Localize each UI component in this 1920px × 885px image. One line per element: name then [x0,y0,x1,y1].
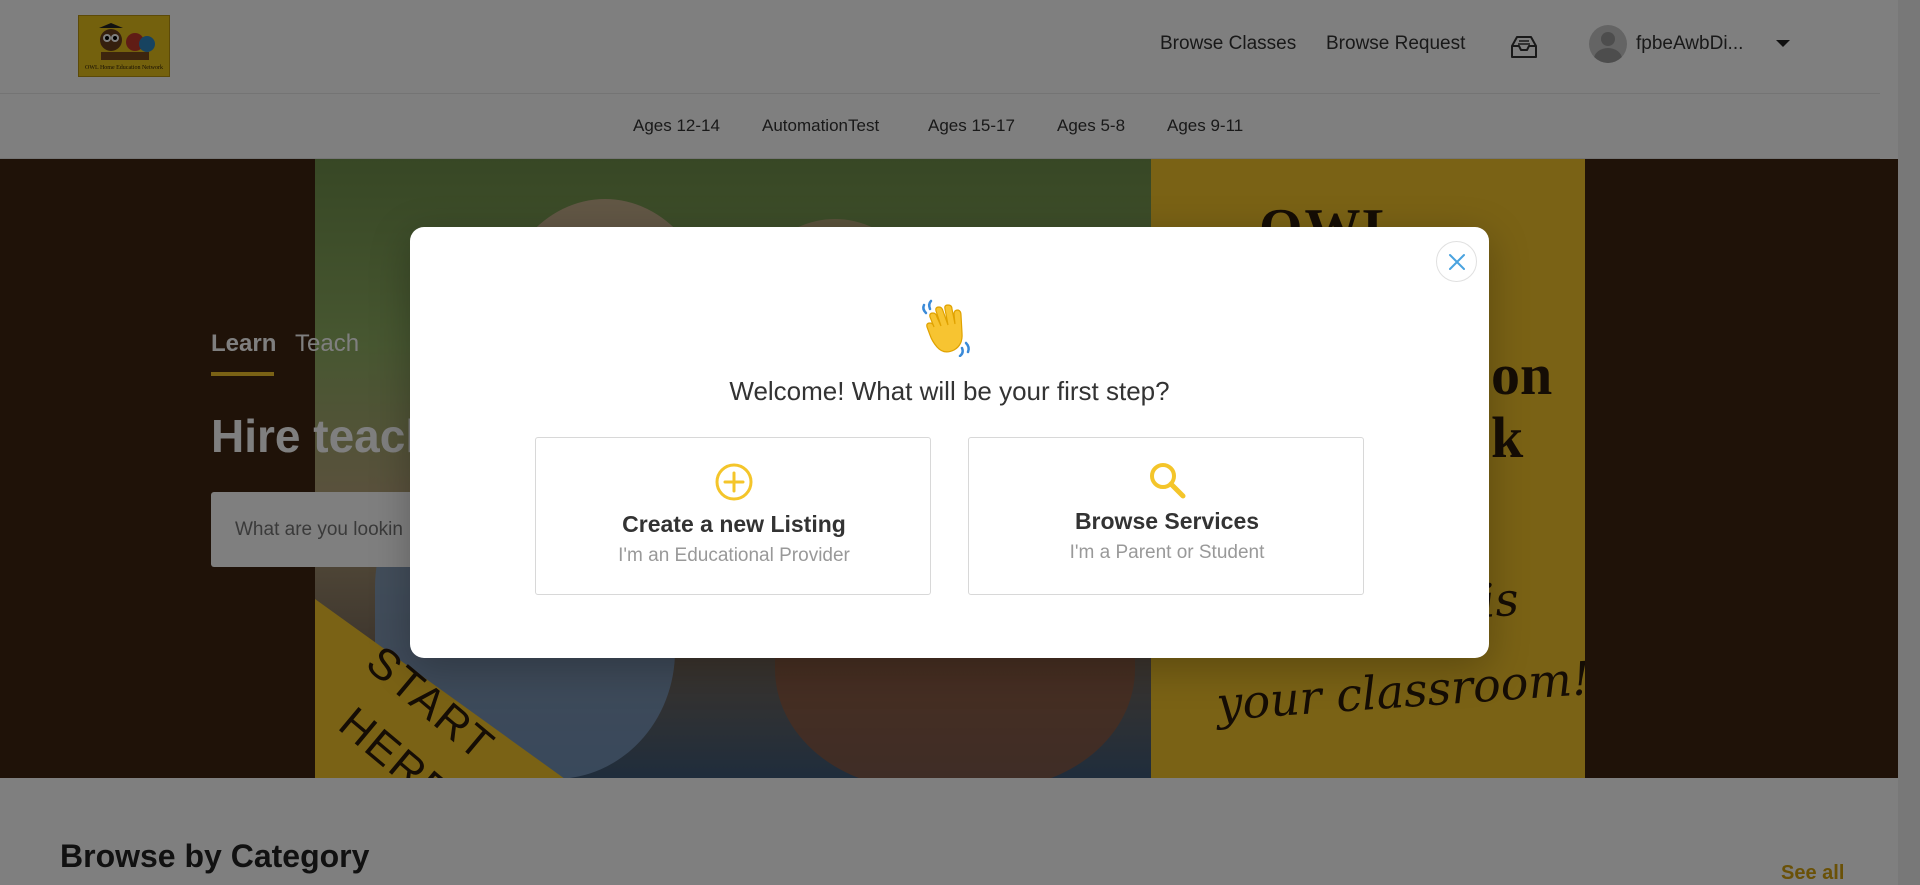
close-icon [1448,253,1465,270]
close-button[interactable] [1436,241,1477,282]
modal-heading: Welcome! What will be your first step? [729,376,1170,406]
waving-hand-icon [922,299,970,357]
option-title: Create a new Listing [622,511,846,537]
create-listing-option[interactable]: Create a new Listing I'm an Educational … [535,437,931,595]
search-icon [1150,463,1186,499]
page: OWL Home Education Network Browse Classe… [0,0,1920,885]
plus-circle-icon [715,463,753,501]
option-subtitle: I'm an Educational Provider [618,545,850,566]
welcome-modal: Welcome! What will be your first step? C… [410,227,1489,658]
option-title: Browse Services [1074,508,1260,534]
browse-services-option[interactable]: Browse Services I'm a Parent or Student [968,437,1364,595]
option-subtitle: I'm a Parent or Student [1069,542,1265,563]
